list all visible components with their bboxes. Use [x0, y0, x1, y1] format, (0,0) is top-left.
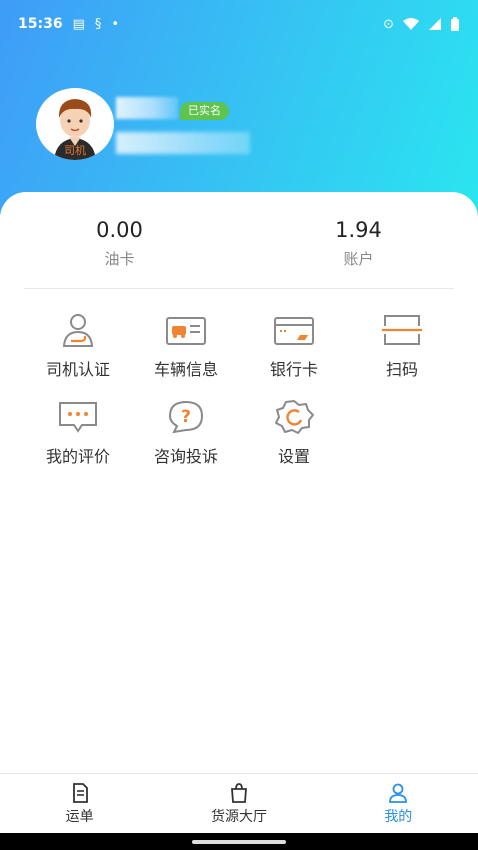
home-gesture-pill[interactable]: [192, 840, 286, 844]
account-value: 1.94: [335, 218, 382, 242]
menu-item-label: 设置: [277, 447, 310, 466]
avatar[interactable]: 司机: [36, 88, 114, 160]
status-bar: 15:36 ▤ § • ⊙: [0, 0, 478, 48]
driver-id-icon: [62, 314, 94, 347]
chat-bubble-icon: [59, 402, 97, 433]
menu-item-consult-complain[interactable]: ? 咨询投诉: [132, 399, 240, 486]
balance-row: 0.00 油卡 1.94 账户: [0, 218, 478, 269]
menu-item-label: 我的评价: [45, 447, 110, 466]
sync-icon: ⊙: [383, 16, 394, 32]
function-menu-grid: 司机认证 车辆信息 银行卡 扫码 我的评价 ? 咨询投诉 设置: [24, 312, 456, 486]
tab-waybill[interactable]: 运单: [0, 774, 159, 833]
menu-item-label: 扫码: [385, 360, 418, 379]
account-balance[interactable]: 1.94 账户: [239, 218, 478, 269]
bottom-tab-bar: 运单 货源大厅 我的: [0, 773, 478, 833]
avatar-role-tag: 司机: [64, 144, 86, 157]
document-icon: [72, 782, 88, 803]
signal-icon: [429, 18, 441, 30]
question-bubble-icon: ?: [168, 400, 204, 434]
menu-item-scan[interactable]: 扫码: [348, 312, 456, 399]
tab-cargo-hall[interactable]: 货源大厅: [159, 774, 318, 833]
menu-item-settings[interactable]: 设置: [240, 399, 348, 486]
user-phone-redacted: [116, 132, 250, 154]
menu-item-label: 银行卡: [269, 360, 318, 379]
menu-item-label: 咨询投诉: [153, 447, 218, 466]
menu-item-driver-certification[interactable]: 司机认证: [24, 312, 132, 399]
account-label: 账户: [343, 250, 374, 268]
fuel-card-value: 0.00: [96, 218, 143, 242]
svg-text:?: ?: [181, 407, 191, 427]
menu-item-bank-card[interactable]: 银行卡: [240, 312, 348, 399]
menu-item-vehicle-info[interactable]: 车辆信息: [132, 312, 240, 399]
person-icon: [389, 783, 408, 803]
tab-label: 我的: [384, 808, 413, 825]
fuel-card-label: 油卡: [104, 250, 135, 268]
bag-icon: [231, 782, 247, 803]
tab-label: 运单: [65, 808, 94, 825]
user-name-redacted: [116, 97, 178, 119]
vehicle-card-icon: [166, 317, 206, 345]
system-navigation-bar: [0, 833, 478, 850]
notification-dot-icon: •: [111, 16, 120, 32]
menu-row: 司机认证 车辆信息 银行卡 扫码: [24, 312, 456, 399]
divider: [24, 288, 454, 289]
tab-label: 货源大厅: [210, 808, 267, 825]
account-card: 0.00 油卡 1.94 账户 司机认证 车辆信息 银行卡 扫码 我的评价 ? …: [0, 192, 478, 774]
tab-mine[interactable]: 我的: [319, 774, 478, 833]
verified-badge: 已实名: [180, 102, 229, 120]
bank-card-icon: [274, 317, 314, 345]
menu-item-label: 车辆信息: [153, 360, 218, 379]
status-time: 15:36: [18, 16, 63, 32]
gear-icon: [275, 400, 314, 434]
notification-s-icon: §: [94, 16, 102, 32]
menu-row: 我的评价 ? 咨询投诉 设置: [24, 399, 456, 486]
menu-item-my-reviews[interactable]: 我的评价: [24, 399, 132, 486]
notification-news-icon: ▤: [72, 16, 85, 32]
scan-icon: [382, 315, 422, 345]
fuel-card-balance[interactable]: 0.00 油卡: [0, 218, 239, 269]
menu-item-label: 司机认证: [45, 360, 110, 379]
wifi-icon: [403, 18, 419, 30]
battery-icon: [451, 16, 459, 31]
